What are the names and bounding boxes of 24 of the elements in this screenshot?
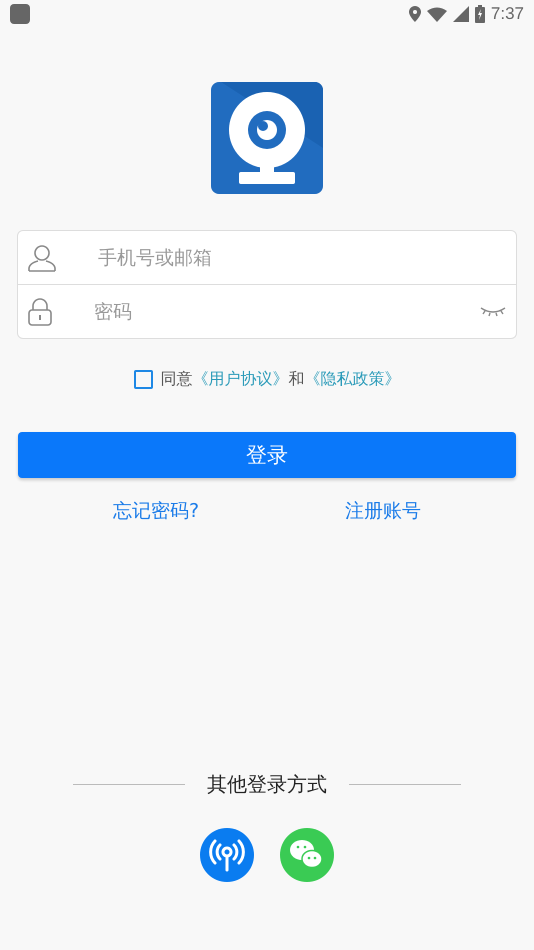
signal-tower-icon[interactable]	[200, 828, 254, 882]
chat-bubbles-icon[interactable]	[280, 828, 334, 882]
register-link[interactable]: 注册账号	[345, 498, 422, 524]
closed-eye-icon[interactable]	[480, 306, 506, 318]
password-input[interactable]: 密码	[94, 285, 438, 338]
signal-icon	[452, 6, 469, 22]
battery-icon	[474, 5, 485, 23]
wifi-icon	[426, 6, 447, 22]
agree-checkbox[interactable]	[134, 370, 152, 389]
other-login-title: 其他登录方式	[207, 771, 327, 798]
account-field[interactable]: 手机号或邮箱	[17, 230, 517, 285]
user-icon	[28, 244, 56, 272]
privacy-policy-link[interactable]: 《隐私政策》	[304, 369, 400, 390]
user-agreement-link[interactable]: 《用户协议》	[192, 369, 288, 390]
account-input[interactable]: 手机号或邮箱	[98, 231, 506, 284]
clock: 7:37	[490, 4, 524, 24]
agree-text: 同意	[160, 369, 192, 390]
app-notification-icon	[10, 4, 30, 24]
forgot-password-link[interactable]: 忘记密码?	[112, 498, 200, 524]
login-button[interactable]: 登录	[18, 432, 516, 478]
location-icon	[408, 6, 421, 22]
and-text: 和	[288, 369, 304, 390]
lock-icon	[28, 298, 52, 326]
password-field[interactable]: 密码	[17, 285, 517, 339]
